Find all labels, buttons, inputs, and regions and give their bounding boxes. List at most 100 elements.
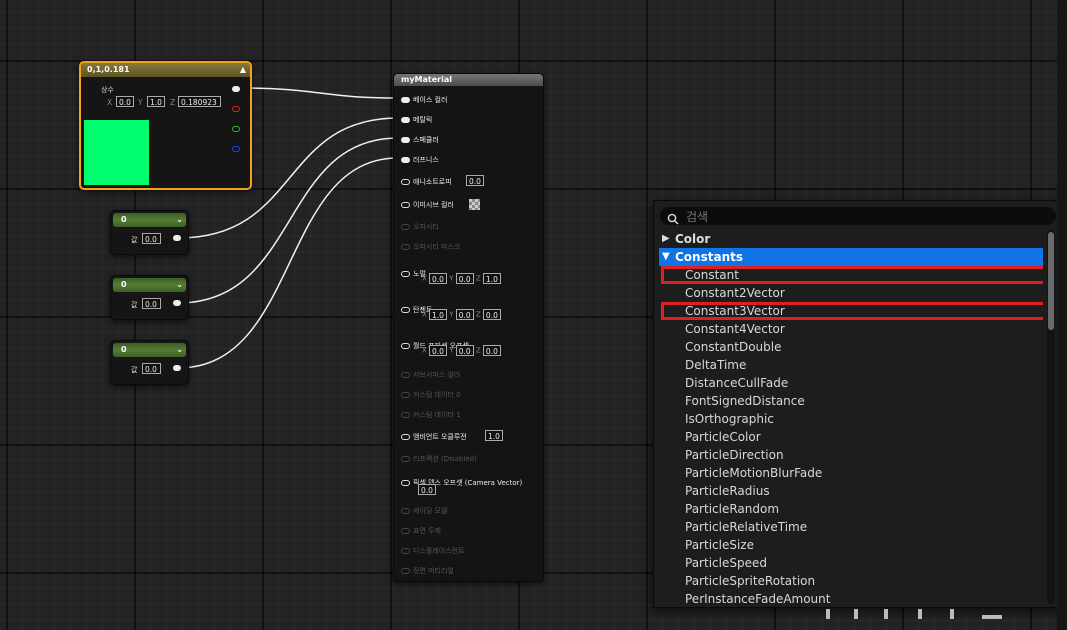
menu-item-particlemotionblurfade[interactable]: ParticleMotionBlurFade: [659, 464, 1043, 482]
input-metallic[interactable]: 메탈릭: [401, 115, 432, 125]
output-pin[interactable]: [173, 235, 181, 241]
chevron-up-icon[interactable]: ▲: [240, 63, 246, 77]
scalar-constant-node[interactable]: 0 ⌄ 값 0.0: [110, 275, 189, 320]
r-output-pin[interactable]: [232, 106, 240, 112]
menu-item-constantdouble[interactable]: ConstantDouble: [659, 338, 1043, 356]
normal-z-field[interactable]: 1.0: [482, 273, 501, 284]
menu-scrollbar[interactable]: [1047, 230, 1055, 604]
z-value-field[interactable]: 0.180923: [178, 96, 221, 107]
menu-item-particlesize[interactable]: ParticleSize: [659, 536, 1043, 554]
input-refraction: 리프랙션 (Disabled): [401, 454, 477, 464]
bottom-toolbar-fragment: [826, 609, 1016, 621]
input-label: 서브서피스 컬러: [413, 371, 461, 379]
menu-item-particleradius[interactable]: ParticleRadius: [659, 482, 1043, 500]
tangent-values: X 1.0 Y 0.0 Z 0.0: [422, 309, 501, 320]
constant3vector-node[interactable]: 0,1,0.181 ▲ 상수 X 0.0 Y 1.0 Z 0.180923: [79, 61, 252, 190]
y-axis-label: Y: [449, 274, 454, 283]
x-value-field[interactable]: 0.0: [116, 96, 134, 107]
input-label: 커스텀 데이터 0: [413, 391, 461, 399]
wpo-values: X 0.0 Y 0.0 Z 0.0: [422, 345, 501, 356]
output-pin[interactable]: [173, 300, 181, 306]
category-color[interactable]: ▶ Color: [659, 230, 1043, 248]
emissive-color-swatch[interactable]: [469, 199, 480, 210]
scalar-constant-node[interactable]: 0 ⌄ 값 0.0: [110, 210, 189, 255]
input-pin[interactable]: [401, 343, 410, 349]
menu-item-particlecolor[interactable]: ParticleColor: [659, 428, 1043, 446]
menu-item-particlerelativetime[interactable]: ParticleRelativeTime: [659, 518, 1043, 536]
input-pin[interactable]: [401, 480, 410, 486]
node-header[interactable]: 0,1,0.181 ▲: [81, 63, 250, 77]
wpo-y-field[interactable]: 0.0: [455, 345, 474, 356]
node-title: 0,1,0.181: [87, 65, 130, 74]
input-specular[interactable]: 스페큘러: [401, 135, 439, 145]
value-label: 값: [131, 301, 138, 309]
menu-item-particledirection[interactable]: ParticleDirection: [659, 446, 1043, 464]
input-anisotropy[interactable]: 애니소트로피: [401, 177, 452, 187]
input-pin: [401, 372, 410, 378]
menu-item-constant4vector[interactable]: Constant4Vector: [659, 320, 1043, 338]
x-axis-label: X: [422, 274, 427, 283]
color-preview-swatch: [84, 120, 149, 185]
input-pin[interactable]: [401, 97, 410, 103]
z-axis-label: Z: [475, 274, 481, 283]
input-emissive-color[interactable]: 이미시브 컬러: [401, 200, 454, 210]
input-base-color[interactable]: 베이스 컬러: [401, 95, 447, 105]
chevron-down-icon[interactable]: ⌄: [176, 343, 183, 357]
input-pin[interactable]: [401, 307, 410, 313]
category-constants[interactable]: ▼ Constants: [659, 248, 1043, 266]
menu-item-distancecullfade[interactable]: DistanceCullFade: [659, 374, 1043, 392]
chevron-down-icon[interactable]: ⌄: [176, 213, 183, 227]
wpo-x-field[interactable]: 0.0: [429, 345, 447, 356]
menu-item-deltatime[interactable]: DeltaTime: [659, 356, 1043, 374]
g-output-pin[interactable]: [232, 126, 240, 132]
input-ambient-occlusion[interactable]: 앰비언트 오클루전: [401, 432, 467, 442]
input-pin[interactable]: [401, 137, 410, 143]
menu-item-isorthographic[interactable]: IsOrthographic: [659, 410, 1043, 428]
normal-y-field[interactable]: 0.0: [455, 273, 474, 284]
tangent-x-field[interactable]: 1.0: [429, 309, 447, 320]
value-field[interactable]: 0.0: [142, 233, 161, 244]
output-pin[interactable]: [173, 365, 181, 371]
wpo-z-field[interactable]: 0.0: [482, 345, 501, 356]
menu-item-constant2vector[interactable]: Constant2Vector: [659, 284, 1043, 302]
chevron-down-icon[interactable]: ⌄: [176, 278, 183, 292]
rgb-output-pin[interactable]: [232, 86, 240, 92]
menu-item-particlerandom[interactable]: ParticleRandom: [659, 500, 1043, 518]
menu-item-fontsigneddistance[interactable]: FontSignedDistance: [659, 392, 1043, 410]
b-output-pin[interactable]: [232, 146, 240, 152]
scroll-thumb[interactable]: [1048, 232, 1054, 330]
scalar-constant-node[interactable]: 0 ⌄ 값 0.0: [110, 340, 189, 385]
value-field[interactable]: 0.0: [142, 298, 161, 309]
menu-item-perinstancefadeamount[interactable]: PerInstanceFadeAmount: [659, 590, 1043, 604]
y-value-field[interactable]: 1.0: [147, 96, 165, 107]
node-header[interactable]: 0 ⌄: [113, 213, 186, 227]
node-header[interactable]: 0 ⌄: [113, 278, 186, 292]
input-pin[interactable]: [401, 157, 410, 163]
material-result-node[interactable]: myMaterial 베이스 컬러 메탈릭 스페큘러 러프니스 애니소트로피 0…: [393, 73, 544, 582]
node-title: 0: [121, 215, 127, 224]
search-box[interactable]: [660, 207, 1056, 226]
node-header[interactable]: 0 ⌄: [113, 343, 186, 357]
input-pin[interactable]: [401, 179, 410, 185]
input-pin[interactable]: [401, 202, 410, 208]
anisotropy-value-field[interactable]: 0.0: [466, 175, 484, 186]
ao-value-field[interactable]: 1.0: [485, 430, 503, 441]
normal-x-field[interactable]: 0.0: [429, 273, 447, 284]
value-field[interactable]: 0.0: [142, 363, 161, 374]
menu-item-particlespriterotation[interactable]: ParticleSpriteRotation: [659, 572, 1043, 590]
menu-item-constant[interactable]: Constant: [659, 266, 1043, 284]
input-front-material: 정면 머티리얼: [401, 566, 454, 576]
node-search-menu[interactable]: ▶ Color ▼ Constants Constant Constant2Vect…: [653, 200, 1065, 608]
input-pin[interactable]: [401, 117, 410, 123]
pdo-value-field[interactable]: 0.0: [418, 484, 436, 495]
input-pin[interactable]: [401, 434, 410, 440]
search-input[interactable]: [684, 208, 1048, 226]
input-pin[interactable]: [401, 271, 410, 277]
z-axis-label: Z: [170, 98, 176, 107]
menu-item-constant3vector[interactable]: Constant3Vector: [659, 302, 1043, 320]
tangent-y-field[interactable]: 0.0: [455, 309, 474, 320]
tangent-z-field[interactable]: 0.0: [482, 309, 501, 320]
menu-item-particlespeed[interactable]: ParticleSpeed: [659, 554, 1043, 572]
input-roughness[interactable]: 러프니스: [401, 155, 439, 165]
input-label: 셰이딩 모델: [413, 507, 448, 515]
